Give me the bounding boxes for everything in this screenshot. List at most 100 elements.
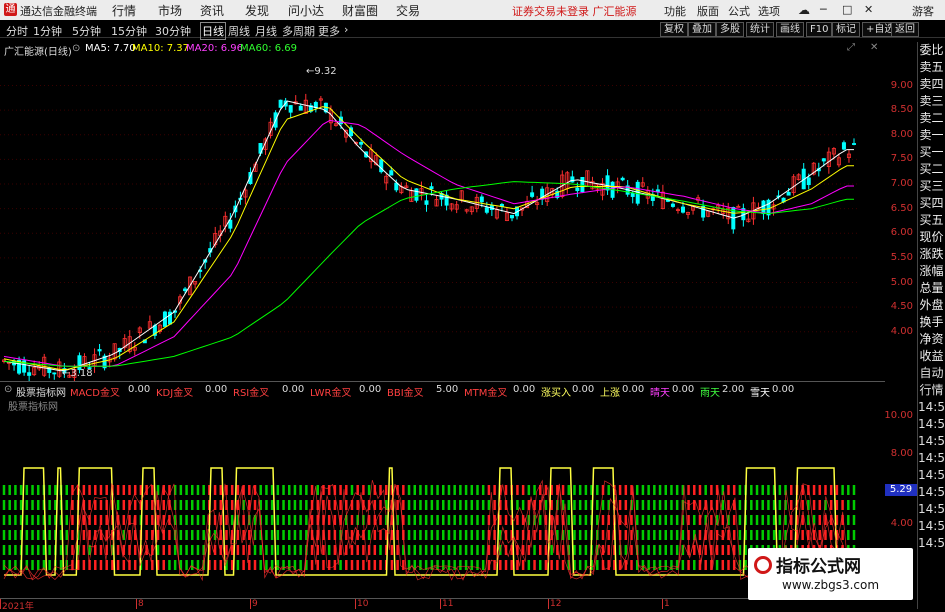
candle-body [52,372,57,375]
side-panel-item[interactable]: 买三 [918,178,945,195]
minimize-icon[interactable]: ─ [820,3,827,16]
maximize-icon[interactable]: □ [842,3,852,16]
side-panel-item[interactable]: 买二 [918,161,945,178]
candle-body [630,193,635,197]
side-panel-item[interactable]: 卖四 [918,76,945,93]
ma10-label: MA10: 7.37 [132,43,190,54]
cloud-icon[interactable]: ☁ [798,3,810,17]
f10-button[interactable]: F10 [806,22,833,37]
side-panel-item[interactable]: 净资 [918,331,945,348]
menu-wealth[interactable]: 财富圈 [342,2,378,19]
menu-discover[interactable]: 发现 [245,2,269,19]
side-panel-item[interactable]: 收益 [918,348,945,365]
candle-body [389,170,394,176]
candle-body [841,142,846,150]
side-panel-item[interactable]: 卖二 [918,110,945,127]
period-tick[interactable]: 分时 [6,23,28,39]
side-panel-item[interactable]: 14:56 [918,535,945,552]
multi-stock-button[interactable]: 多股 [716,22,744,37]
side-panel-item[interactable]: 行情 [918,382,945,399]
side-panel-item[interactable]: 买五 [918,212,945,229]
side-panel-item[interactable]: 卖一 [918,127,945,144]
stats-button[interactable]: 统计 [746,22,774,37]
overlay-button[interactable]: 叠加 [688,22,716,37]
period-daily[interactable]: 日线 [200,22,226,40]
date-tick: 2021年 [2,602,34,612]
back-button[interactable]: 返回 [891,22,919,37]
adjust-button[interactable]: 复权 [660,22,688,37]
side-panel-item[interactable]: 14:56 [918,518,945,535]
watermark-title: 指标公式网 [776,557,861,577]
side-panel-item[interactable]: 换手 [918,314,945,331]
side-panel-item[interactable]: 外盘 [918,297,945,314]
menu-quotes[interactable]: 行情 [112,2,136,19]
indicator-item-label: RSI金叉 [233,388,270,399]
indicator-settings-icon[interactable]: ⊙ [4,384,12,395]
side-panel-item[interactable]: 买一 [918,144,945,161]
menu-ask[interactable]: 问小达 [288,2,324,19]
period-monthly[interactable]: 月线 [255,23,277,39]
side-panel-item[interactable]: 14:56 [918,484,945,501]
candle-body [288,105,293,113]
price-tick: 7.00 [890,178,913,190]
expand-icon[interactable]: ⤢ [847,42,855,53]
date-tick-mark [440,599,441,609]
ma-line-ma5 [3,100,854,372]
candlestick-chart[interactable]: ←9.32 ←3.18 [0,56,885,381]
login-status[interactable]: 证券交易未登录 广汇能源 [512,3,637,19]
close-icon[interactable]: ✕ [864,3,873,16]
indicator-item-value: 0.00 [205,384,228,395]
side-panel-item[interactable]: 卖三 [918,93,945,110]
side-panel-item[interactable]: 卖五 [918,59,945,76]
candle-body [806,177,811,186]
menu-options[interactable]: 选项 [758,3,780,19]
period-30min[interactable]: 30分钟 [155,23,191,39]
side-panel-item[interactable]: 委比 [918,42,945,59]
draw-button[interactable]: 画线 [776,22,804,37]
side-panel-item[interactable]: 14:56 [918,467,945,484]
side-panel-item[interactable]: 14:56 [918,433,945,450]
date-tick: 1 [664,599,670,609]
menu-news[interactable]: 资讯 [200,2,224,19]
mark-button[interactable]: 标记 [832,22,860,37]
candle-body [97,349,102,352]
period-1min[interactable]: 1分钟 [33,23,62,39]
indicator-item-label: 雨天 [700,388,720,399]
guest-label[interactable]: 游客 [912,3,934,19]
side-panel-item[interactable]: 总量 [918,280,945,297]
side-panel-item[interactable]: 涨跌 [918,246,945,263]
menu-trade[interactable]: 交易 [396,2,420,19]
side-panel-item[interactable]: 买四 [918,195,945,212]
side-panel-item[interactable]: 14:56 [918,501,945,518]
price-axis: 9.00 8.50 8.00 7.50 7.00 6.50 6.00 5.50 5.00 4.50… [885,56,917,381]
side-panel-item[interactable]: 14:56 [918,416,945,433]
candle-body [530,192,535,197]
menu-function[interactable]: 功能 [664,3,686,19]
price-tick: 7.50 [890,153,913,165]
period-more[interactable]: 更多 [318,23,340,39]
chevron-right-icon[interactable]: › [344,23,348,36]
period-15min[interactable]: 15分钟 [111,23,147,39]
candle-body [620,177,625,181]
candle-body [761,200,766,215]
candle-body [414,188,419,201]
period-5min[interactable]: 5分钟 [72,23,101,39]
side-panel-item[interactable]: 涨幅 [918,263,945,280]
period-weekly[interactable]: 周线 [228,23,250,39]
side-panel-item[interactable]: 14:56 [918,450,945,467]
price-tick: 6.00 [890,227,913,239]
settings-gear-icon[interactable]: ⊙ [72,43,80,54]
close-panel-icon[interactable]: ✕ [870,42,878,53]
menu-market[interactable]: 市场 [158,2,182,19]
candle-body [570,176,575,183]
menu-formula[interactable]: 公式 [728,3,750,19]
menu-layout[interactable]: 版面 [697,3,719,19]
date-tick-mark [662,599,663,609]
side-panel-item[interactable]: 现价 [918,229,945,246]
period-multi[interactable]: 多周期 [282,23,315,39]
ma-line-ma10 [3,106,854,371]
candle-body [359,142,364,145]
indicator-name: 股票指标网 [16,388,66,399]
side-panel-item[interactable]: 自动 [918,365,945,382]
side-panel-item[interactable]: 14:56 [918,399,945,416]
